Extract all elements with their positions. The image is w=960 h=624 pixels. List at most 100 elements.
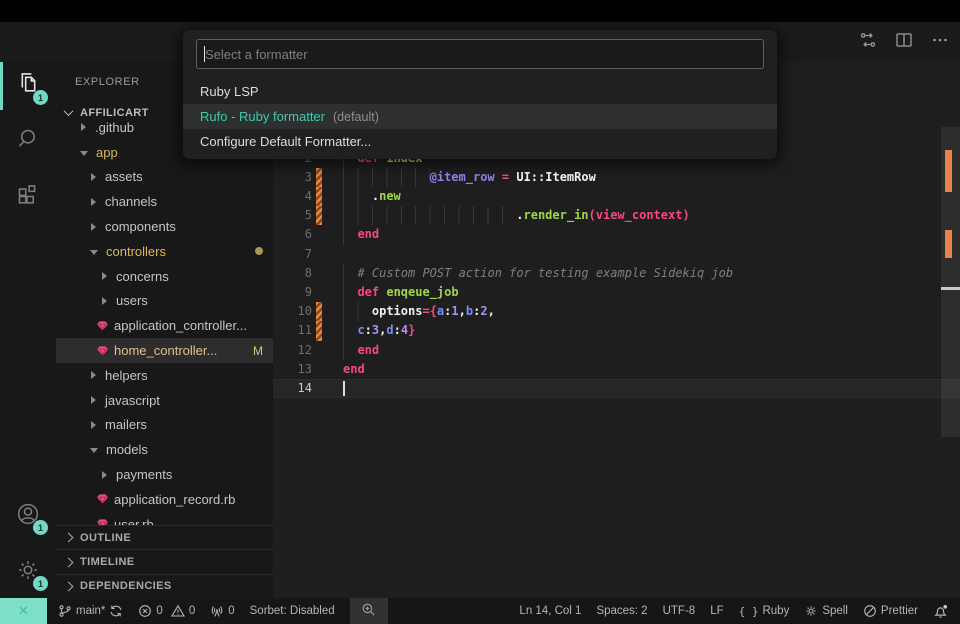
code-line-12[interactable]: 12end (273, 341, 960, 360)
modified-children-dot (255, 247, 263, 255)
code-line-14[interactable]: 14 (273, 379, 960, 398)
git-modified-gutter (316, 168, 322, 187)
title-bar (0, 0, 960, 22)
zoom-status-item[interactable] (350, 598, 388, 624)
encoding-item[interactable]: UTF-8 (663, 605, 696, 617)
editor-actions (858, 30, 950, 50)
indent-guides (343, 225, 357, 244)
tree-item-channels[interactable]: channels (56, 189, 273, 214)
more-actions-icon[interactable] (930, 30, 950, 50)
quick-pick-item-label: Ruby LSP (200, 84, 259, 99)
sidebar-item-explorer[interactable]: 1 (0, 62, 56, 110)
settings-badge: 1 (33, 576, 48, 591)
tree-item-home-controller[interactable]: home_controller...M (56, 338, 273, 363)
indent-guides (343, 341, 357, 360)
sorbet-status[interactable]: Sorbet: Disabled (250, 605, 335, 617)
bell-icon (933, 604, 948, 619)
code-line-6[interactable]: 6end (273, 225, 960, 244)
notifications-bell[interactable] (933, 604, 948, 619)
line-number: 8 (273, 264, 312, 283)
remote-indicator[interactable]: ✕ (0, 598, 47, 624)
settings-button[interactable]: 1 (0, 548, 56, 596)
line-number: 3 (273, 168, 312, 187)
code-line-13[interactable]: 13end (273, 360, 960, 379)
tree-item-label: helpers (105, 368, 148, 383)
tree-item-application-record-rb[interactable]: application_record.rb (56, 487, 273, 512)
quick-pick-item-rufo-ruby-formatter[interactable]: Rufo - Ruby formatter(default) (183, 104, 777, 129)
quick-pick-item-ruby-lsp[interactable]: Ruby LSP (183, 79, 777, 104)
tree-item-mailers[interactable]: mailers (56, 413, 273, 438)
code-text: end (357, 225, 379, 244)
tree-item-concerns[interactable]: concerns (56, 264, 273, 289)
tree-item-helpers[interactable]: helpers (56, 363, 273, 388)
compare-changes-icon[interactable] (858, 30, 878, 50)
error-icon (138, 604, 152, 618)
language-mode-item[interactable]: { } Ruby (739, 605, 790, 618)
tree-item-payments[interactable]: payments (56, 462, 273, 487)
line-number: 5 (273, 206, 312, 225)
twisty-collapsed-icon (91, 421, 96, 429)
code-line-9[interactable]: 9def enqeue_job (273, 283, 960, 302)
sidebar-item-extensions[interactable] (0, 175, 56, 223)
eol-item[interactable]: LF (710, 605, 723, 617)
line-number: 4 (273, 187, 312, 206)
code-text: .new (372, 187, 401, 206)
overview-cursor-mark (941, 287, 960, 290)
prettier-item[interactable]: Prettier (863, 604, 918, 618)
tree-item-label: components (105, 219, 176, 234)
ruby-file-icon (96, 320, 109, 332)
cursor-position-item[interactable]: Ln 14, Col 1 (519, 605, 581, 617)
panel-label: TIMELINE (80, 556, 135, 568)
tree-item-label: controllers (106, 244, 166, 259)
code-line-4[interactable]: 4 .new (273, 187, 960, 206)
sidebar-title: EXPLORER (75, 76, 140, 88)
eol-label: LF (710, 605, 723, 617)
zoom-in-icon (361, 602, 376, 620)
panel-label: OUTLINE (80, 532, 131, 544)
panel-header-dependencies[interactable]: DEPENDENCIES (56, 574, 273, 598)
braces-icon: { } (739, 605, 759, 618)
code-text: end (343, 360, 365, 379)
quick-pick-item-configure-default-formatter[interactable]: Configure Default Formatter... (183, 129, 777, 154)
twisty-collapsed-icon (91, 173, 96, 181)
tree-item-label: application_controller... (114, 318, 247, 333)
split-editor-icon[interactable] (894, 30, 914, 50)
tree-item-assets[interactable]: assets (56, 165, 273, 190)
panel-header-timeline[interactable]: TIMELINE (56, 549, 273, 573)
code-line-11[interactable]: 11c:3,d:4} (273, 321, 960, 340)
git-modified-gutter (316, 321, 322, 340)
tree-item-controllers[interactable]: controllers (56, 239, 273, 264)
twisty-collapsed-icon (81, 123, 86, 131)
tree-item-label: payments (116, 467, 172, 482)
tree-item-models[interactable]: models (56, 437, 273, 462)
code-line-8[interactable]: 8 # Custom POST action for testing exampl… (273, 264, 960, 283)
tree-item-javascript[interactable]: javascript (56, 388, 273, 413)
code-text: # Custom POST action for testing example… (357, 264, 733, 283)
indentation-item[interactable]: Spaces: 2 (596, 605, 647, 617)
git-branch-item[interactable]: main* (58, 604, 123, 618)
indent-guides (343, 206, 516, 225)
code-line-3[interactable]: 3@item_row = UI::ItemRow (273, 168, 960, 187)
accounts-button[interactable]: 1 (0, 492, 56, 540)
tree-item-components[interactable]: components (56, 214, 273, 239)
sync-icon (109, 604, 123, 618)
panel-header-outline[interactable]: OUTLINE (56, 525, 273, 549)
indent-guides (343, 187, 372, 206)
ports-item[interactable]: 0 (210, 604, 234, 618)
radio-tower-icon (210, 604, 224, 618)
tree-item-label: javascript (105, 393, 160, 408)
error-count: 0 (156, 605, 162, 617)
quick-pick-input[interactable] (197, 40, 763, 68)
sidebar-item-search[interactable] (0, 118, 56, 166)
tree-item-application-controller[interactable]: application_controller... (56, 313, 273, 338)
code-line-5[interactable]: 5.render_in(view_context) (273, 206, 960, 225)
tree-item-users[interactable]: users (56, 289, 273, 314)
git-branch-icon (58, 604, 72, 618)
problems-item[interactable]: 0 0 (138, 604, 195, 618)
spell-checker-item[interactable]: Spell (804, 604, 848, 618)
remote-icon: ✕ (18, 603, 29, 619)
chevron-right-icon (64, 533, 74, 543)
code-line-7[interactable]: 7 (273, 245, 960, 264)
code-line-10[interactable]: 10options={a:1,b:2, (273, 302, 960, 321)
tree-item-label: assets (105, 169, 143, 184)
